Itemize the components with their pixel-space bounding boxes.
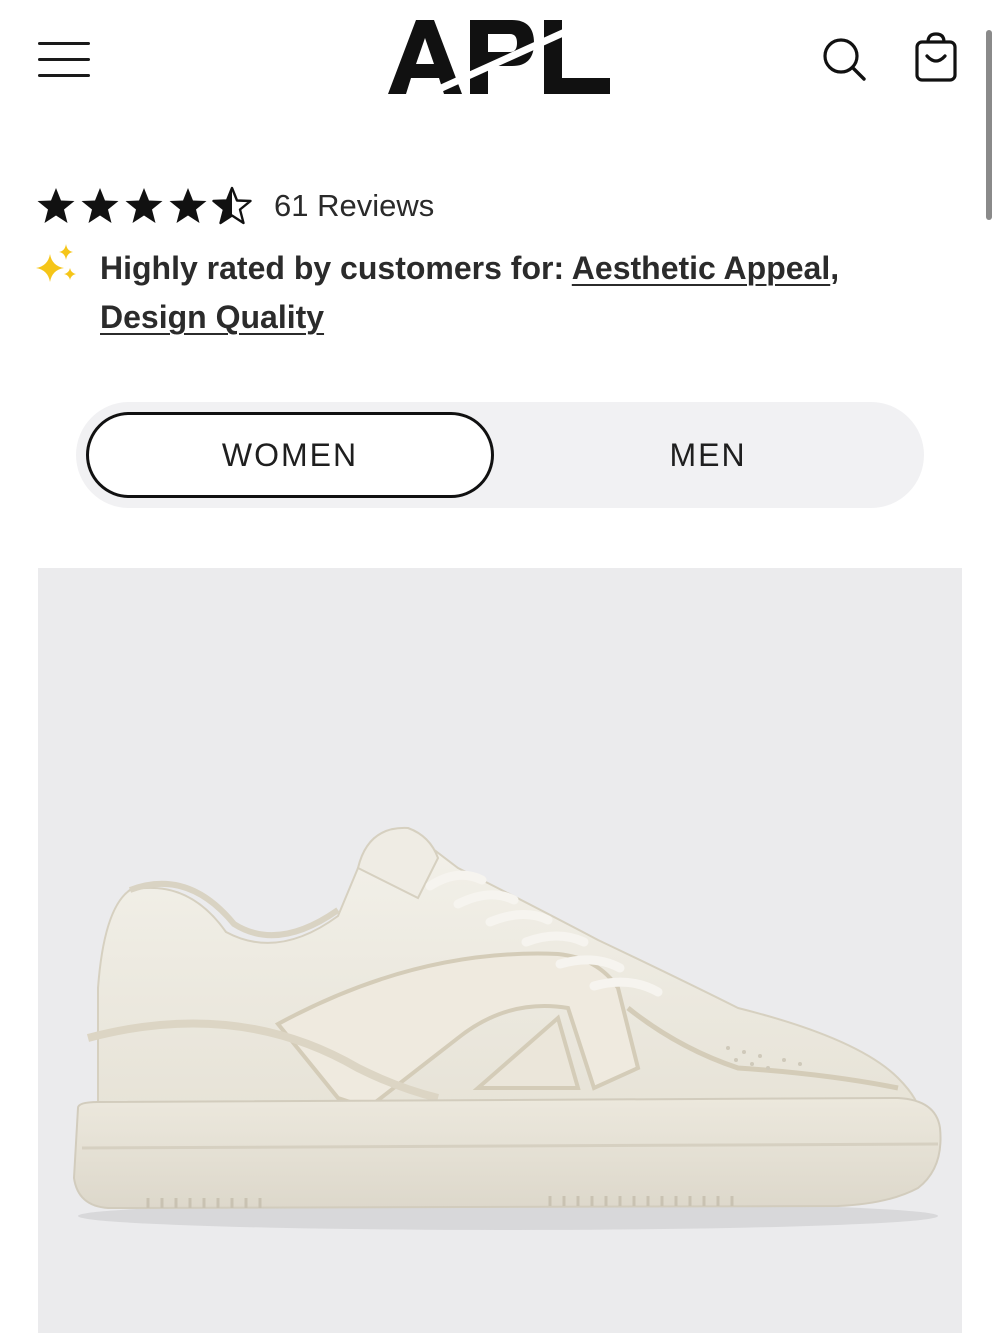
hamburger-menu-icon[interactable] (38, 40, 92, 80)
product-image[interactable] (38, 568, 962, 1333)
star-full-icon (37, 188, 75, 223)
star-half-icon (212, 186, 252, 225)
brand-logo[interactable] (384, 14, 616, 100)
menu-line (38, 74, 90, 77)
tab-women[interactable]: WOMEN (86, 412, 494, 498)
sparkle-icon (36, 244, 76, 282)
star-full-icon (81, 188, 119, 223)
menu-line (38, 58, 90, 61)
search-icon[interactable] (816, 34, 872, 84)
menu-line (38, 42, 90, 45)
star-rating (36, 186, 256, 226)
header (0, 0, 1000, 220)
attribute-separator: , (830, 250, 840, 286)
scrollbar-thumb[interactable] (986, 30, 992, 220)
shopping-bag-icon[interactable] (908, 32, 964, 86)
gender-toggle: WOMEN MEN (76, 402, 924, 508)
reviews-count-link[interactable]: 61 Reviews (274, 188, 434, 224)
highlights-text: Highly rated by customers for: Aesthetic… (100, 244, 916, 342)
star-full-icon (169, 188, 207, 223)
rating-row: 61 Reviews (36, 180, 434, 232)
tab-men[interactable]: MEN (504, 412, 912, 498)
sneaker-illustration (72, 826, 942, 1230)
attribute-link-aesthetic-appeal[interactable]: Aesthetic Appeal (572, 250, 830, 286)
customer-highlights: Highly rated by customers for: Aesthetic… (36, 244, 916, 342)
attribute-link-design-quality[interactable]: Design Quality (100, 299, 324, 335)
star-full-icon (125, 188, 163, 223)
highlights-prefix: Highly rated by customers for: (100, 250, 565, 286)
